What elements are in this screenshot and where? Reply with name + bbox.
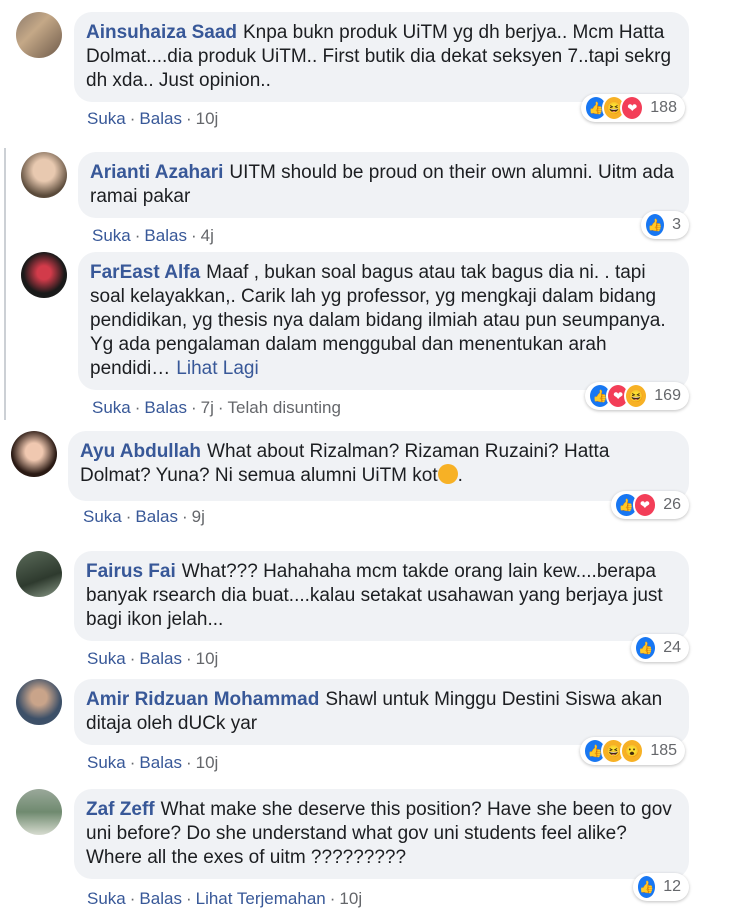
reply-link[interactable]: Balas (139, 753, 182, 772)
dot-separator: · (329, 889, 336, 908)
love-icon: ❤ (620, 95, 645, 121)
like-link[interactable]: Suka (92, 398, 131, 417)
comment-author[interactable]: Fairus Fai (86, 561, 176, 582)
comment-time[interactable]: 7j (201, 398, 214, 417)
comment-bubble: FarEast Alfa Maaf , bukan soal bagus atau… (78, 252, 689, 390)
see-more-link[interactable]: Lihat Lagi (176, 358, 258, 379)
comment-bubble: Ainsuhaiza Saad Knpa bukn produk UiTM yg … (74, 12, 689, 102)
comment-actions: Suka · Balas · 10j (87, 649, 218, 669)
comment-actions: Suka · Balas · 9j (83, 507, 205, 527)
reaction-summary[interactable]: 👍 12 (633, 873, 689, 901)
like-icon: 👍 (634, 635, 658, 661)
reply-link[interactable]: Balas (135, 507, 178, 526)
reply-link[interactable]: Balas (139, 109, 182, 128)
thread-line (4, 148, 6, 420)
wow-icon: 😮 (619, 738, 645, 764)
comment-bubble: Ayu Abdullah What about Rizalman? Rizaman… (68, 431, 689, 501)
comment-time[interactable]: 10j (339, 889, 362, 908)
like-link[interactable]: Suka (92, 226, 131, 245)
comment-actions: Suka · Balas · 7j · Telah disunting (92, 398, 341, 418)
comment-author[interactable]: Ainsuhaiza Saad (86, 22, 237, 43)
see-translation-link[interactable]: Lihat Terjemahan (196, 889, 326, 908)
reaction-count: 12 (663, 878, 681, 895)
comment-author[interactable]: FarEast Alfa (90, 262, 200, 283)
reaction-summary[interactable]: 👍 ❤ 26 (611, 491, 689, 519)
comment-bubble: Fairus Fai What??? Hahahaha mcm takde ora… (74, 551, 689, 641)
reply-link[interactable]: Balas (144, 226, 187, 245)
dot-separator: · (185, 753, 192, 772)
comment-author[interactable]: Arianti Azahari (90, 162, 223, 183)
like-icon: 👍 (644, 212, 667, 238)
reaction-summary[interactable]: 👍 3 (641, 211, 689, 239)
dot-separator: · (185, 889, 192, 908)
comment-time[interactable]: 10j (196, 649, 219, 668)
dot-separator: · (134, 398, 141, 417)
avatar[interactable] (16, 679, 62, 725)
dot-separator: · (129, 109, 136, 128)
like-link[interactable]: Suka (87, 753, 126, 772)
avatar[interactable] (11, 431, 57, 477)
reaction-count: 188 (650, 99, 677, 116)
love-icon: ❤ (632, 492, 658, 518)
reply-link[interactable]: Balas (139, 889, 182, 908)
reply-link[interactable]: Balas (139, 649, 182, 668)
comment-author[interactable]: Ayu Abdullah (80, 441, 201, 462)
comment-actions: Suka · Balas · 10j (87, 753, 218, 773)
comment-author[interactable]: Zaf Zeff (86, 799, 155, 820)
comment-time[interactable]: 4j (201, 226, 214, 245)
avatar[interactable] (16, 551, 62, 597)
like-icon: 👍 (636, 874, 658, 900)
reaction-count: 3 (672, 216, 681, 233)
comment-actions: Suka · Balas · 4j (92, 226, 214, 246)
like-link[interactable]: Suka (87, 109, 126, 128)
comment-text-end: . (457, 465, 463, 486)
reaction-summary[interactable]: 👍 ❤ 😆 169 (585, 382, 689, 410)
like-link[interactable]: Suka (87, 649, 126, 668)
reaction-summary[interactable]: 👍 😆 😮 185 (580, 737, 685, 765)
reaction-count: 26 (663, 496, 681, 513)
comment-actions: Suka · Balas · 10j (87, 109, 218, 129)
avatar[interactable] (21, 252, 67, 298)
like-link[interactable]: Suka (83, 507, 122, 526)
dot-separator: · (185, 649, 192, 668)
comment-author[interactable]: Amir Ridzuan Mohammad (86, 689, 319, 710)
comment-text: What make she deserve this position? Hav… (86, 799, 672, 868)
avatar[interactable] (16, 789, 62, 835)
comment-actions: Suka · Balas · Lihat Terjemahan · 10j (87, 889, 362, 909)
reaction-count: 185 (650, 742, 678, 759)
reaction-count: 169 (654, 387, 681, 404)
comment-bubble: Arianti Azahari UITM should be proud on t… (78, 152, 689, 218)
reaction-summary[interactable]: 👍 24 (631, 634, 689, 662)
dot-separator: · (217, 398, 224, 417)
reaction-summary[interactable]: 👍 😆 ❤ 188 (581, 94, 685, 122)
dot-separator: · (129, 649, 136, 668)
edited-label[interactable]: Telah disunting (228, 398, 341, 417)
comment-time[interactable]: 10j (196, 109, 219, 128)
dot-separator: · (134, 226, 141, 245)
haha-icon: 😆 (624, 383, 649, 409)
dot-separator: · (190, 398, 197, 417)
dot-separator: · (125, 507, 132, 526)
like-link[interactable]: Suka (87, 889, 126, 908)
reply-link[interactable]: Balas (144, 398, 187, 417)
dot-separator: · (190, 226, 197, 245)
comment-bubble: Amir Ridzuan Mohammad Shawl untuk Minggu … (74, 679, 689, 745)
avatar[interactable] (21, 152, 67, 198)
avatar[interactable] (16, 12, 62, 58)
dot-separator: · (185, 109, 192, 128)
dot-separator: · (129, 889, 136, 908)
comment-time[interactable]: 9j (192, 507, 205, 526)
dot-separator: · (129, 753, 136, 772)
thinking-emoji-icon (437, 464, 458, 484)
dot-separator: · (181, 507, 188, 526)
comment-bubble: Zaf Zeff What make she deserve this posit… (74, 789, 689, 879)
comment-time[interactable]: 10j (196, 753, 219, 772)
reaction-count: 24 (663, 639, 681, 656)
